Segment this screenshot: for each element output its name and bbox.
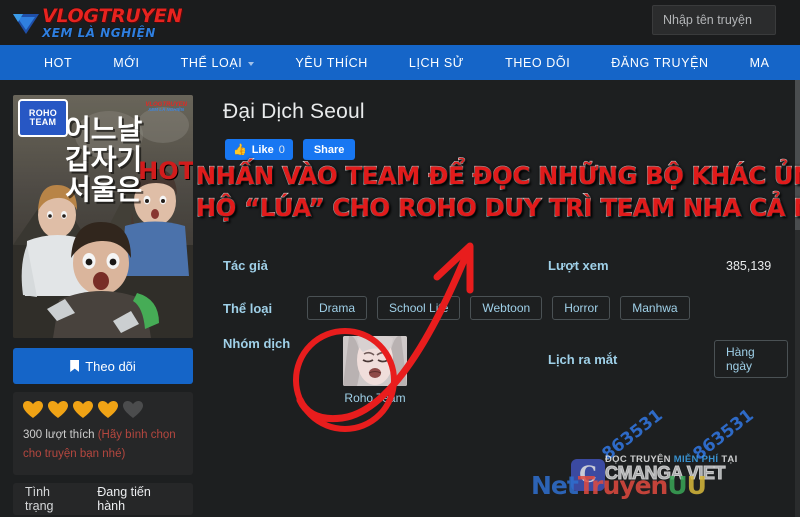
nav-item-truncated[interactable]: MA xyxy=(750,56,770,70)
nav-item-the-loai[interactable]: THỂ LOẠI xyxy=(181,56,255,70)
heart-icon-empty[interactable] xyxy=(123,401,143,419)
heart-icon-filled[interactable] xyxy=(98,401,118,419)
genres-label: Thể loại xyxy=(223,300,273,316)
like-count: 0 xyxy=(278,143,285,156)
nav-label: MA xyxy=(749,55,770,70)
schedule-label: Lịch ra mắt xyxy=(548,351,618,367)
translation-team[interactable]: Roho Team xyxy=(343,336,407,405)
nav-label: HOT xyxy=(44,55,73,70)
bookmark-icon xyxy=(70,360,80,372)
facebook-like-button[interactable]: 👍 Like 0 xyxy=(225,139,293,160)
team-label: Nhóm dịch xyxy=(223,336,291,351)
nav-item-dang-truyen[interactable]: ĐĂNG TRUYỆN xyxy=(611,56,708,70)
nav-item-yeu-thich[interactable]: YÊU THÍCH xyxy=(295,56,368,70)
nettruyen-part-b: Truyen xyxy=(577,471,668,500)
nav-label: THỂ LOẠI xyxy=(180,55,243,70)
genres-row: Thể loại Drama School Life Webtoon Horro… xyxy=(223,296,690,320)
main-navigation: HOT MỚI THỂ LOẠI YÊU THÍCH LỊCH SỬ THEO … xyxy=(0,45,800,80)
genre-tag[interactable]: Horror xyxy=(552,296,611,320)
team-name[interactable]: Roho Team xyxy=(344,391,405,405)
korean-line-2: 갑자기 xyxy=(65,143,143,177)
nav-item-hot[interactable]: HOT xyxy=(44,56,72,70)
cover-roho-team-badge: ROHO TEAM xyxy=(18,99,68,137)
status-panel: Tình trạng Đang tiến hành xyxy=(13,482,193,515)
comic-cover-image[interactable]: ROHO TEAM VLOGTRUYEN XEM LÀ NGHIỆN 어느날 갑… xyxy=(13,95,193,338)
genre-tag[interactable]: School Life xyxy=(377,296,461,320)
views-row: Lượt xem 385,139 xyxy=(548,258,771,273)
badge-line-2: TEAM xyxy=(29,117,57,127)
site-logo[interactable]: VLOGTRUYEN XEM LÀ NGHIỆN xyxy=(11,3,183,43)
nav-item-moi[interactable]: MỚI xyxy=(113,56,139,70)
team-avatar[interactable] xyxy=(343,336,407,386)
nav-label: YÊU THÍCH xyxy=(295,55,368,70)
detail-sidebar: ROHO TEAM VLOGTRUYEN XEM LÀ NGHIỆN 어느날 갑… xyxy=(13,95,193,515)
logo-primary-text: VLOGTRUYEN xyxy=(42,5,183,27)
page-root: VLOGTRUYEN XEM LÀ NGHIỆN HOT MỚI THỂ LOẠ… xyxy=(0,0,800,517)
cover-watermark-secondary: XEM LÀ NGHIỆN xyxy=(148,107,185,113)
follow-button[interactable]: Theo dõi xyxy=(13,348,193,384)
genre-tag[interactable]: Webtoon xyxy=(470,296,543,320)
social-buttons: 👍 Like 0 Share xyxy=(225,139,356,160)
nettruyen-part-d: U xyxy=(686,471,707,500)
author-label: Tác giả xyxy=(223,258,268,273)
search-input[interactable] xyxy=(652,5,776,35)
nav-label: THEO DÕI xyxy=(505,55,571,70)
nav-item-theo-doi[interactable]: THEO DÕI xyxy=(505,56,570,70)
logo-secondary-text: XEM LÀ NGHIỆN xyxy=(42,26,156,40)
nav-label: ĐĂNG TRUYỆN xyxy=(611,55,709,70)
schedule-row: Lịch ra mắt Hàng ngày xyxy=(548,340,788,378)
share-label: Share xyxy=(313,143,345,156)
top-bar: VLOGTRUYEN XEM LÀ NGHIỆN xyxy=(0,0,800,45)
status-value: Đang tiến hành xyxy=(97,484,151,513)
cover-korean-title: 어느날 갑자기 서울은 xyxy=(65,113,143,207)
chevron-down-icon xyxy=(248,61,255,66)
follow-button-label: Theo dõi xyxy=(85,358,136,374)
cover-hot-label: HOT xyxy=(138,157,193,185)
nettruyen-part-c: U xyxy=(667,471,687,500)
thumbs-up-icon: 👍 xyxy=(233,144,247,156)
team-row: Nhóm dịch Roho Team xyxy=(223,336,407,405)
nav-item-lich-su[interactable]: LỊCH SỬ xyxy=(409,56,464,70)
content-area: ROHO TEAM VLOGTRUYEN XEM LÀ NGHIỆN 어느날 갑… xyxy=(0,80,800,517)
genre-tag[interactable]: Drama xyxy=(307,296,368,320)
like-label: Like xyxy=(251,143,274,156)
cover-site-watermark: VLOGTRUYEN XEM LÀ NGHIỆN xyxy=(145,102,187,113)
heart-icon-filled[interactable] xyxy=(48,401,68,419)
nav-label: MỚI xyxy=(113,55,140,70)
author-row: Tác giả xyxy=(223,258,305,273)
schedule-value[interactable]: Hàng ngày xyxy=(714,340,788,378)
heart-icon-filled[interactable] xyxy=(23,401,43,419)
nettruyen-part-a: Net xyxy=(531,471,579,500)
logo-arrow-icon xyxy=(11,8,41,38)
genre-tag[interactable]: Manhwa xyxy=(620,296,690,320)
likes-count: 300 lượt thích xyxy=(23,429,95,441)
rating-panel: 300 lượt thích (Hãy bình chọn cho truyện… xyxy=(13,392,193,475)
status-label: Tình trạng xyxy=(25,484,54,513)
views-value: 385,139 xyxy=(726,258,772,273)
scrollbar-thumb[interactable] xyxy=(795,80,800,230)
korean-line-1: 어느날 xyxy=(65,113,143,146)
heart-icon-filled[interactable] xyxy=(73,401,93,419)
korean-line-3: 서울은 xyxy=(65,173,143,207)
facebook-share-button[interactable]: Share xyxy=(302,139,356,160)
likes-summary: 300 lượt thích (Hãy bình chọn cho truyện… xyxy=(23,426,183,464)
genre-tag-list: Drama School Life Webtoon Horror Manhwa xyxy=(307,296,690,320)
heart-rating[interactable] xyxy=(23,401,183,419)
logo-wordmark: VLOGTRUYEN XEM LÀ NGHIỆN xyxy=(42,5,183,40)
bottom-watermark-cluster: C ĐỌC TRUYỆN MIỄN PHÍ TẠI CMANGA VIET Ne… xyxy=(531,449,792,507)
nettruyen-watermark: NetTruyenUU xyxy=(531,471,707,500)
nav-label: LỊCH SỬ xyxy=(408,55,465,70)
page-title: Đại Dịch Seoul xyxy=(223,100,365,123)
views-label: Lượt xem xyxy=(548,258,609,273)
